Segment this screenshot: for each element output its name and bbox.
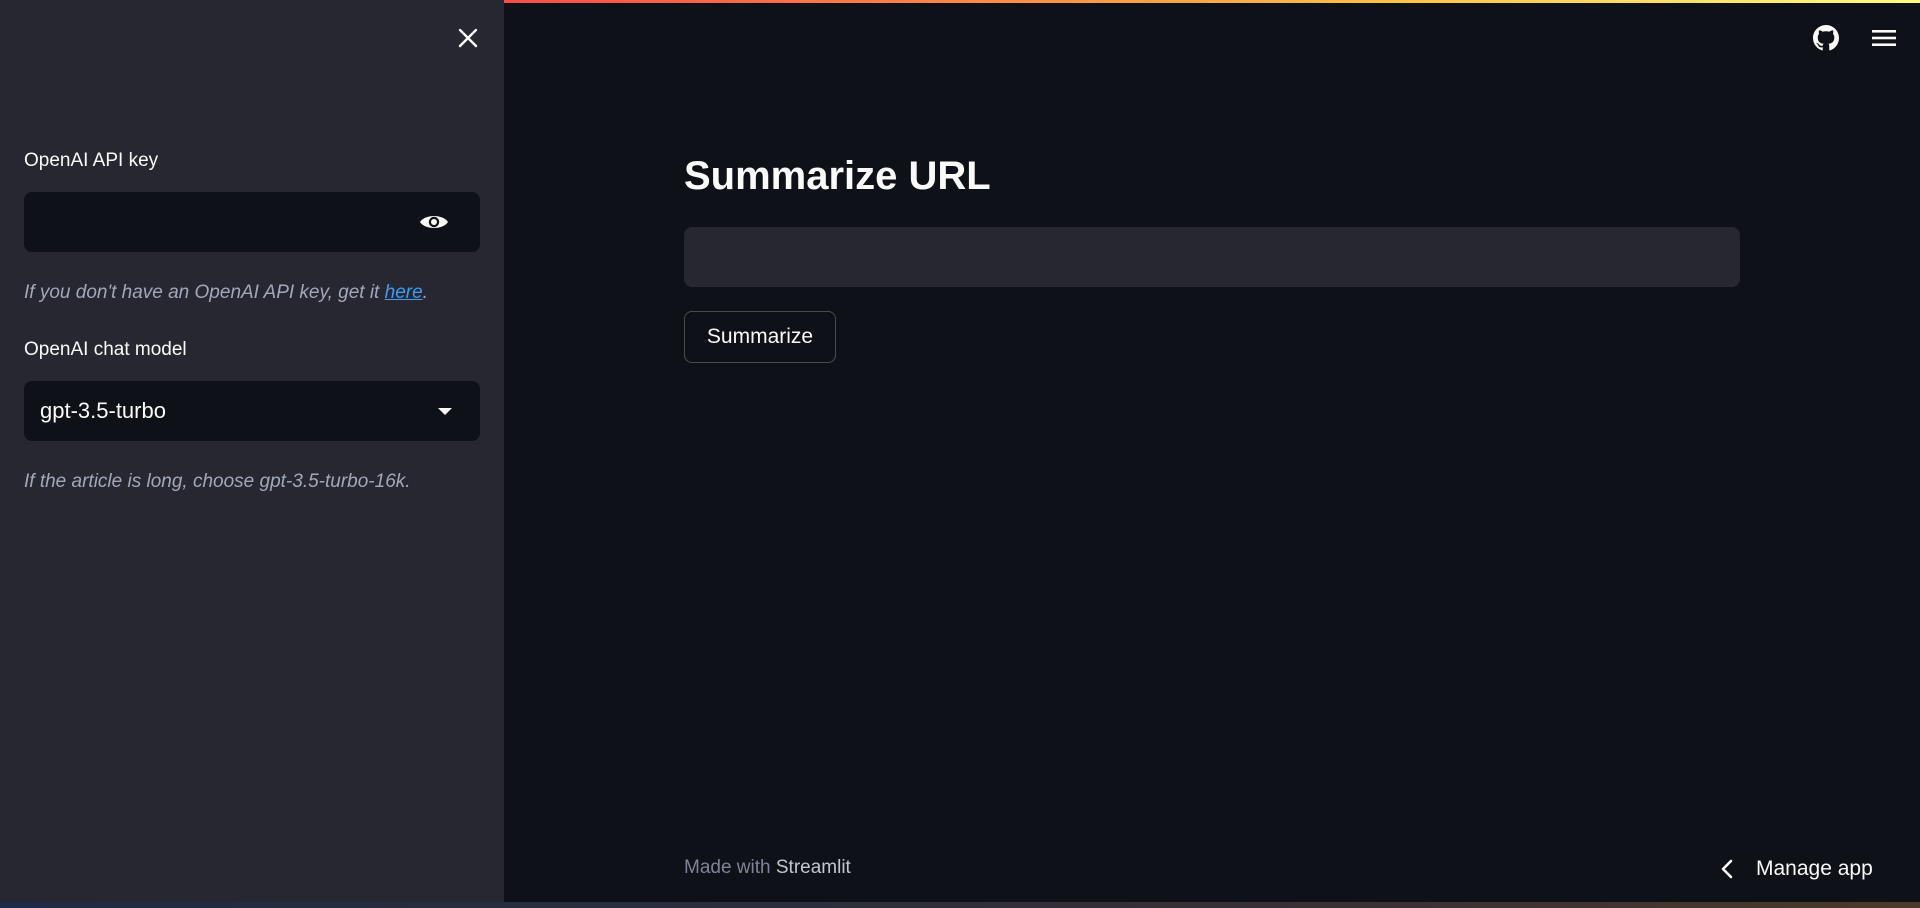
close-icon <box>458 28 478 48</box>
manage-app-button[interactable]: Manage app <box>1720 850 1873 888</box>
decoration-bar <box>504 0 1920 3</box>
chevron-down-icon <box>438 407 452 415</box>
streamlit-link[interactable]: Streamlit <box>776 857 851 878</box>
sidebar: OpenAI API key If you don't have an Open… <box>0 0 504 902</box>
model-select[interactable]: gpt-3.5-turbo <box>24 381 480 441</box>
url-input[interactable] <box>684 227 1740 287</box>
api-key-label: OpenAI API key <box>24 150 159 171</box>
model-label: OpenAI chat model <box>24 339 187 360</box>
footer: Made with Streamlit <box>684 857 851 879</box>
hamburger-menu-icon <box>1872 30 1896 46</box>
sidebar-close-button[interactable] <box>452 22 484 54</box>
api-key-caption-suffix: . <box>422 282 428 303</box>
app-root: OpenAI API key If you don't have an Open… <box>0 0 1920 908</box>
github-button[interactable] <box>1810 22 1842 54</box>
github-icon <box>1813 25 1839 51</box>
manage-app-label: Manage app <box>1756 857 1873 880</box>
model-caption: If the article is long, choose gpt-3.5-t… <box>24 471 411 492</box>
footer-prefix: Made with <box>684 857 776 878</box>
toggle-password-visibility-button[interactable] <box>418 206 450 238</box>
get-api-key-link[interactable]: here <box>385 282 423 303</box>
api-key-input[interactable] <box>24 192 480 252</box>
page-title: Summarize URL <box>684 154 991 198</box>
summarize-button[interactable]: Summarize <box>684 311 836 363</box>
chevron-left-icon <box>1721 859 1733 879</box>
url-input-wrapper <box>684 227 1740 287</box>
eye-icon <box>420 216 448 228</box>
api-key-caption-text: If you don't have an OpenAI API key, get… <box>24 282 385 303</box>
api-key-caption: If you don't have an OpenAI API key, get… <box>24 282 428 304</box>
main-menu-button[interactable] <box>1868 22 1900 54</box>
model-select-value: gpt-3.5-turbo <box>40 398 166 423</box>
api-key-field-wrapper <box>24 192 480 252</box>
taskbar-strip <box>0 902 1920 908</box>
